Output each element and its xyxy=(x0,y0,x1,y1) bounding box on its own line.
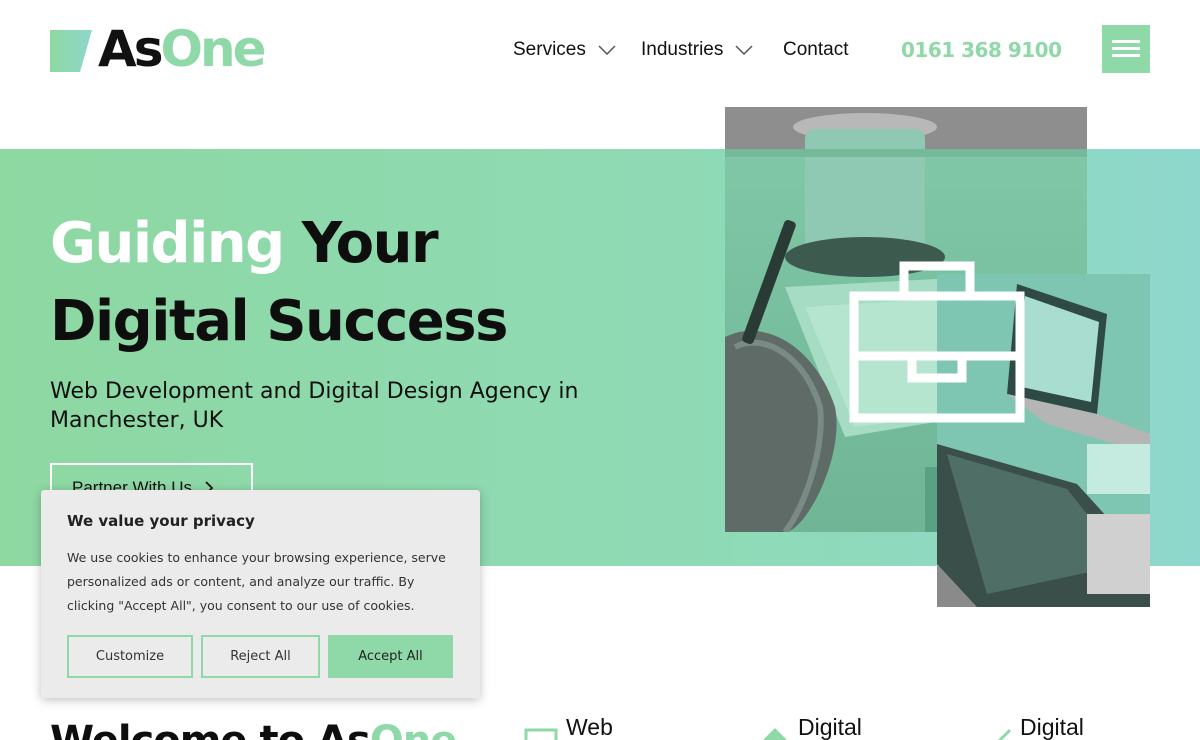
hamburger-icon-line xyxy=(1112,40,1140,43)
welcome-heading: Welcome to AsOne xyxy=(50,716,458,740)
nav-item-label: Contact xyxy=(783,39,849,60)
service-label: Digital xyxy=(1020,714,1084,740)
logo-one: One xyxy=(160,20,266,78)
nav-item-services[interactable]: Services xyxy=(513,36,616,64)
logo-mark-icon xyxy=(50,30,92,72)
hero-title-dark-2: Digital Success xyxy=(50,289,508,354)
briefcase-icon xyxy=(849,261,1025,423)
welcome-prefix: Welcome to As xyxy=(50,718,371,740)
growth-chart-icon xyxy=(997,728,1012,740)
service-label: Digital xyxy=(798,714,862,740)
cookie-text: We use cookies to enhance your browsing … xyxy=(67,550,446,613)
customize-button[interactable]: Customize xyxy=(67,635,193,678)
service-digital-marketing[interactable]: Digital xyxy=(972,714,1084,740)
diamond-icon xyxy=(763,728,787,740)
cookie-consent-popup: We value your privacy We use cookies to … xyxy=(41,490,480,698)
nav-item-industries[interactable]: Industries xyxy=(641,36,753,64)
hero-title-light: Guiding xyxy=(50,211,285,276)
menu-button[interactable] xyxy=(1102,25,1150,73)
service-digital-design[interactable]: Digital xyxy=(760,714,862,740)
web-icon xyxy=(524,728,558,740)
welcome-accent: One xyxy=(370,718,458,740)
logo-text: AsOne xyxy=(98,24,266,74)
hero-subtitle: Web Development and Digital Design Agenc… xyxy=(50,379,579,433)
accept-all-button[interactable]: Accept All xyxy=(328,635,453,678)
chevron-down-icon xyxy=(598,45,616,55)
hero-title: Guiding Your Digital Success xyxy=(50,205,690,361)
hamburger-icon-line xyxy=(1112,54,1140,57)
service-label: Web xyxy=(566,714,613,740)
hero-title-dark-1: Your xyxy=(301,211,439,276)
nav-item-contact[interactable]: Contact xyxy=(783,36,848,64)
site-logo[interactable]: AsOne xyxy=(50,24,266,74)
hamburger-icon-line xyxy=(1112,47,1140,50)
service-web[interactable]: Web xyxy=(524,714,613,740)
nav-item-label: Industries xyxy=(641,39,724,60)
logo-as: As xyxy=(98,20,163,78)
phone-link[interactable]: 0161 368 9100 xyxy=(901,36,1062,64)
chevron-down-icon xyxy=(735,45,753,55)
cookie-title: We value your privacy xyxy=(67,512,255,530)
reject-all-button[interactable]: Reject All xyxy=(201,635,320,678)
nav-item-label: Services xyxy=(513,39,586,60)
